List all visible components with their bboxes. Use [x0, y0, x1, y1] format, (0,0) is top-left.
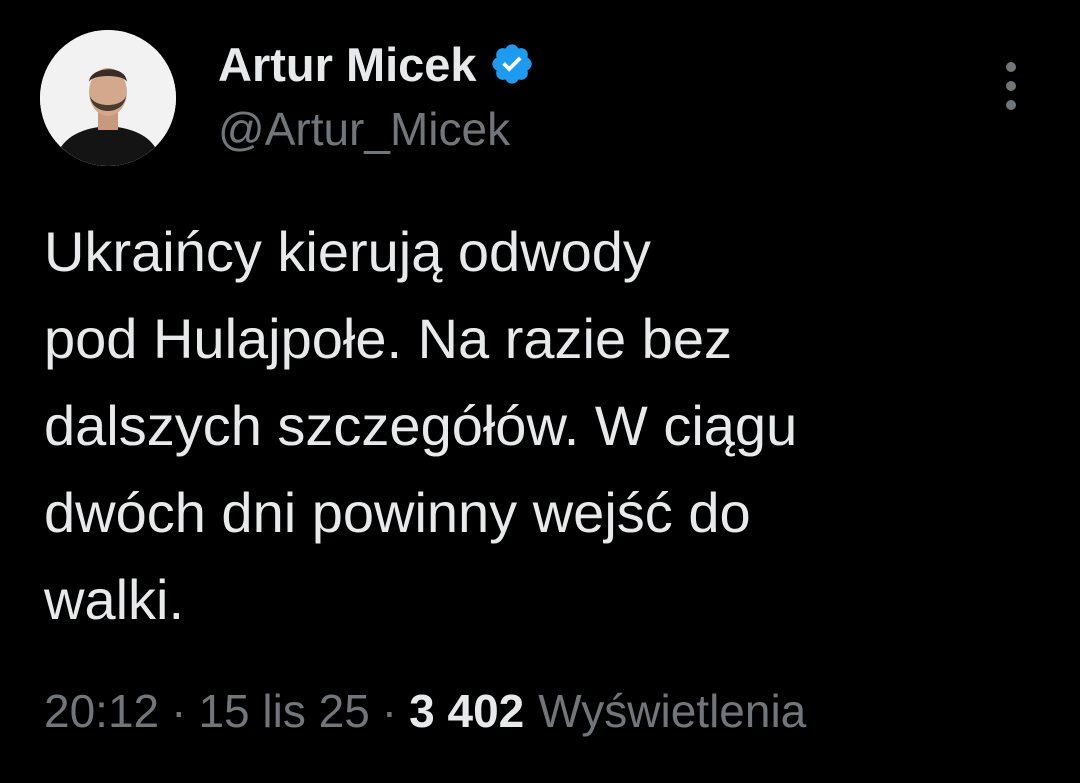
tweet-meta: 20:12 · 15 lis 25 · 3 402 Wyświetlenia	[44, 684, 806, 738]
meta-separator: ·	[171, 685, 187, 737]
meta-separator: ·	[381, 685, 398, 737]
tweet-card: Artur Micek @Artur_Micek Ukraińcy kieruj…	[0, 0, 1080, 783]
avatar[interactable]	[40, 30, 176, 166]
author-handle[interactable]: @Artur_Micek	[218, 102, 535, 156]
more-dot	[1006, 62, 1016, 72]
more-dot	[1006, 100, 1016, 110]
verified-badge-icon[interactable]	[489, 41, 535, 87]
author-display-name[interactable]: Artur Micek	[218, 37, 477, 92]
views-count[interactable]: 3 402	[409, 684, 524, 738]
tweet-time[interactable]: 20:12	[44, 684, 159, 738]
more-vertical-icon[interactable]	[996, 62, 1026, 110]
tweet-date[interactable]: 15 lis 25	[198, 684, 369, 738]
tweet-text: Ukraińcy kierują odwody pod Hulajpołe. N…	[44, 220, 798, 631]
views-label[interactable]: Wyświetlenia	[538, 684, 806, 738]
author-block: Artur Micek @Artur_Micek	[218, 34, 535, 156]
author-name-row: Artur Micek	[218, 34, 535, 94]
more-dot	[1006, 81, 1016, 91]
avatar-photo	[40, 30, 176, 166]
